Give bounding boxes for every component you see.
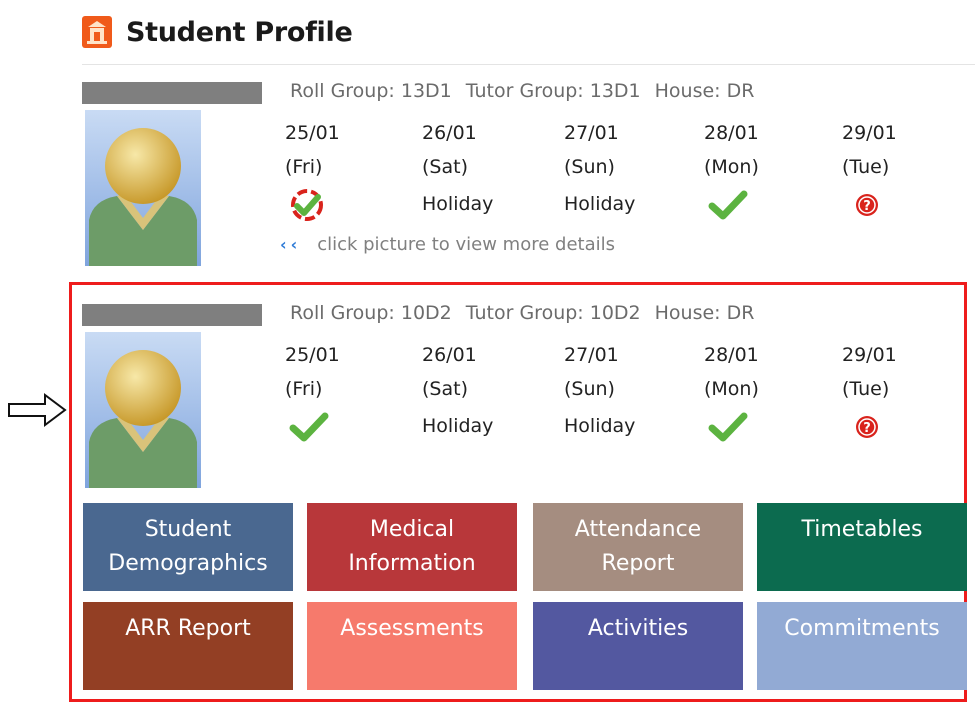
tile-label: Commitments bbox=[784, 616, 940, 641]
day-date: 26/01 bbox=[422, 344, 477, 366]
tile-label: Demographics bbox=[108, 551, 268, 576]
day-weekday: (Sun) bbox=[564, 378, 615, 400]
check-icon bbox=[708, 190, 748, 219]
tutor-group: Tutor Group: 10D2 bbox=[465, 302, 641, 324]
unknown-icon: ? bbox=[856, 415, 878, 438]
tile-label: ARR Report bbox=[125, 616, 251, 641]
day-status bbox=[704, 406, 814, 446]
day-status: Holiday bbox=[422, 415, 494, 437]
group-info: Roll Group: 13D1 Tutor Group: 13D1 House: … bbox=[290, 80, 768, 102]
chevron-left-icon: ‹‹ bbox=[280, 235, 302, 254]
attendance-day: 27/01 (Sun) Holiday bbox=[564, 116, 674, 224]
tile-label: Attendance bbox=[574, 517, 702, 542]
page-header: Student Profile bbox=[82, 12, 353, 52]
day-status bbox=[285, 406, 395, 446]
day-status: ? bbox=[842, 184, 952, 224]
attendance-day: 26/01 (Sat) Holiday bbox=[422, 338, 532, 446]
student-photo[interactable] bbox=[85, 332, 201, 488]
attendance-day: 29/01 (Tue) ? bbox=[842, 116, 952, 224]
attendance-day: 25/01 (Fri) bbox=[285, 116, 395, 224]
tile-label: Student bbox=[144, 517, 232, 542]
tile-commitments[interactable]: Commitments bbox=[757, 602, 967, 690]
check-icon bbox=[708, 412, 748, 441]
student-name-redacted bbox=[82, 304, 262, 326]
day-status bbox=[285, 184, 395, 224]
header-divider bbox=[82, 64, 975, 65]
house: House: DR bbox=[654, 80, 755, 102]
house: House: DR bbox=[654, 302, 755, 324]
tile-label: Medical bbox=[369, 517, 455, 542]
day-weekday: (Sun) bbox=[564, 156, 615, 178]
day-date: 27/01 bbox=[564, 344, 619, 366]
check-icon bbox=[289, 412, 329, 441]
day-date: 29/01 bbox=[842, 122, 897, 144]
day-date: 26/01 bbox=[422, 122, 477, 144]
day-weekday: (Sat) bbox=[422, 378, 468, 400]
tile-arr-report[interactable]: ARR Report bbox=[83, 602, 293, 690]
tile-attendance-report[interactable]: Attendance Report bbox=[533, 503, 743, 591]
attendance-day: 29/01 (Tue) ? bbox=[842, 338, 952, 446]
day-status bbox=[704, 184, 814, 224]
roll-group: Roll Group: 10D2 bbox=[290, 302, 452, 324]
tile-activities[interactable]: Activities bbox=[533, 602, 743, 690]
day-status: Holiday bbox=[564, 415, 636, 437]
svg-text:?: ? bbox=[863, 199, 871, 214]
day-weekday: (Tue) bbox=[842, 156, 890, 178]
day-status: ? bbox=[842, 406, 952, 446]
day-date: 28/01 bbox=[704, 122, 759, 144]
day-status: Holiday bbox=[564, 193, 636, 215]
attendance-day: 28/01 (Mon) bbox=[704, 338, 814, 446]
student-photo[interactable] bbox=[85, 110, 201, 266]
day-weekday: (Fri) bbox=[285, 378, 323, 400]
tile-medical-information[interactable]: Medical Information bbox=[307, 503, 517, 591]
day-date: 29/01 bbox=[842, 344, 897, 366]
student-name-redacted bbox=[82, 82, 262, 104]
day-date: 25/01 bbox=[285, 122, 340, 144]
tile-student-demographics[interactable]: Student Demographics bbox=[83, 503, 293, 591]
group-info: Roll Group: 10D2 Tutor Group: 10D2 House: … bbox=[290, 302, 768, 324]
attendance-day: 25/01 (Fri) bbox=[285, 338, 395, 446]
svg-text:?: ? bbox=[863, 421, 871, 436]
day-status: Holiday bbox=[422, 193, 494, 215]
day-weekday: (Fri) bbox=[285, 156, 323, 178]
right-arrow-icon bbox=[8, 393, 67, 427]
attendance-day: 27/01 (Sun) Holiday bbox=[564, 338, 674, 446]
tile-label: Assessments bbox=[340, 616, 484, 641]
day-date: 28/01 bbox=[704, 344, 759, 366]
roll-group: Roll Group: 13D1 bbox=[290, 80, 452, 102]
day-date: 25/01 bbox=[285, 344, 340, 366]
view-details-hint[interactable]: ‹‹ click picture to view more details bbox=[280, 234, 615, 255]
day-weekday: (Sat) bbox=[422, 156, 468, 178]
hint-text: click picture to view more details bbox=[317, 234, 615, 255]
unknown-icon: ? bbox=[856, 193, 878, 216]
tile-label: Activities bbox=[587, 616, 689, 641]
page-title: Student Profile bbox=[126, 16, 353, 48]
day-weekday: (Mon) bbox=[704, 378, 759, 400]
tutor-group: Tutor Group: 13D1 bbox=[465, 80, 641, 102]
tile-label: Information bbox=[348, 551, 476, 576]
partial-present-icon bbox=[291, 188, 323, 221]
tile-timetables[interactable]: Timetables bbox=[757, 503, 967, 591]
attendance-day: 28/01 (Mon) bbox=[704, 116, 814, 224]
day-weekday: (Mon) bbox=[704, 156, 759, 178]
tile-assessments[interactable]: Assessments bbox=[307, 602, 517, 690]
attendance-day: 26/01 (Sat) Holiday bbox=[422, 116, 532, 224]
day-date: 27/01 bbox=[564, 122, 619, 144]
school-building-icon bbox=[82, 16, 112, 48]
tile-label: Timetables bbox=[801, 517, 923, 542]
tile-label: Report bbox=[601, 551, 675, 576]
day-weekday: (Tue) bbox=[842, 378, 890, 400]
